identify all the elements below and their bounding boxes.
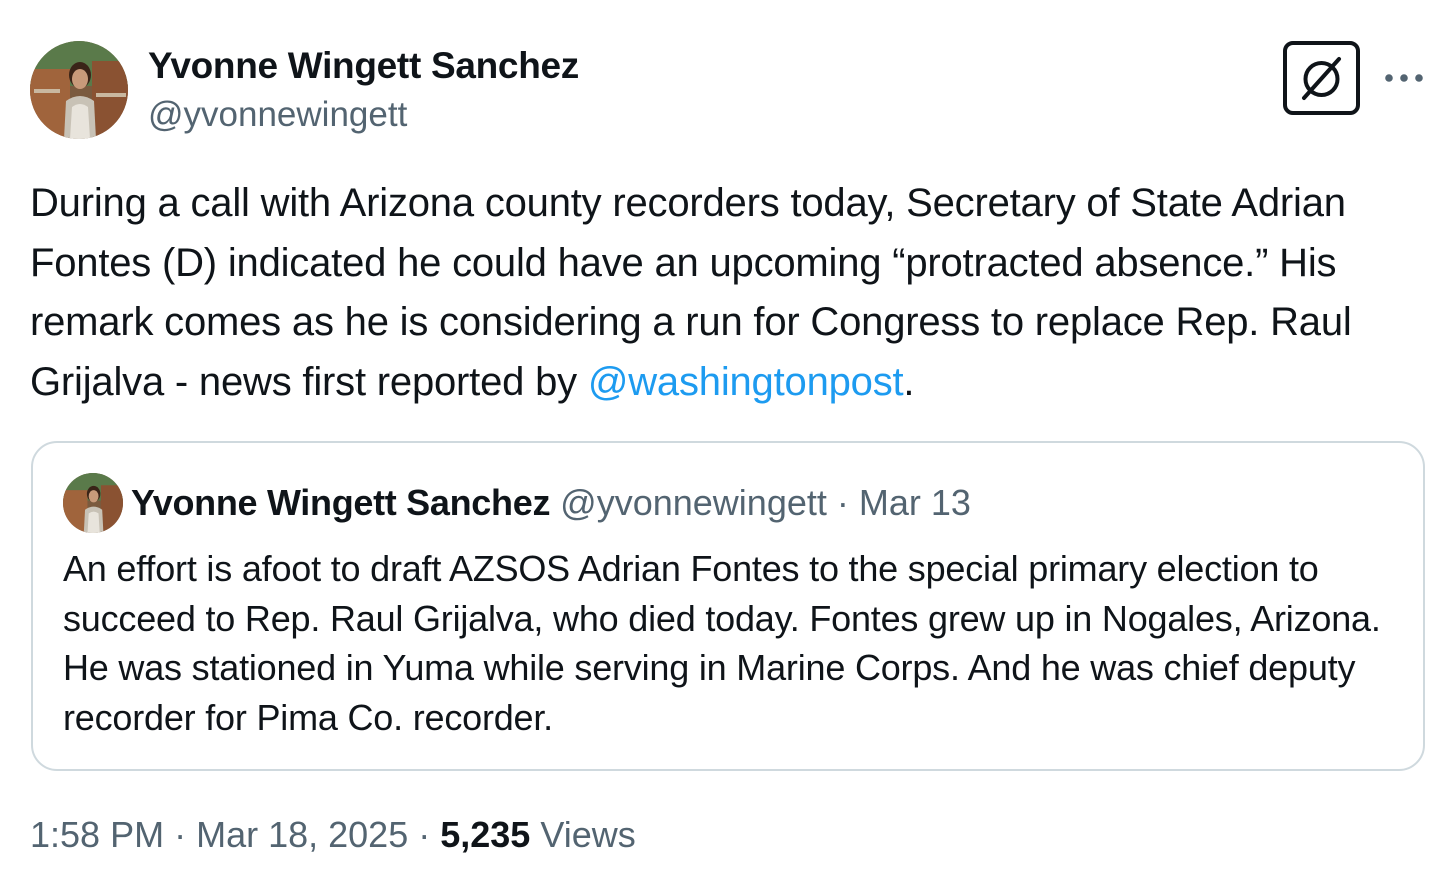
quoted-tweet-date: Mar 13 (858, 482, 971, 523)
tweet-date[interactable]: Mar 18, 2025 (196, 814, 408, 855)
views-count: 5,235 (440, 814, 531, 855)
grok-icon (1302, 57, 1341, 100)
quoted-tweet-card[interactable]: Yvonne Wingett Sanchez @yvonnewingett · … (31, 441, 1425, 771)
quoted-author-avatar (63, 473, 123, 533)
views-label: Views (540, 814, 636, 855)
tweet-time[interactable]: 1:58 PM (30, 814, 164, 855)
meta-separator: · (164, 814, 197, 855)
author-handle[interactable]: @yvonnewingett (148, 92, 407, 138)
quoted-author-name: Yvonne Wingett Sanchez (131, 482, 551, 523)
meta-separator-2: · (408, 814, 441, 855)
author-avatar[interactable] (30, 41, 128, 139)
quoted-tweet-header: Yvonne Wingett Sanchez @yvonnewingett · … (131, 479, 971, 527)
quoted-tweet-text: An effort is afoot to draft AZSOS Adrian… (63, 548, 1381, 738)
quoted-author-handle: @yvonnewingett (560, 482, 827, 523)
more-dots-icon (1385, 74, 1423, 82)
washingtonpost-mention-link[interactable]: @washingtonpost (588, 360, 904, 404)
quoted-separator: · (826, 482, 859, 523)
grok-button[interactable] (1283, 41, 1360, 115)
tweet-meta-row: 1:58 PM · Mar 18, 2025 · 5,235 Views (30, 810, 636, 860)
author-name[interactable]: Yvonne Wingett Sanchez (148, 42, 579, 90)
tweet-body-end: . (903, 359, 915, 404)
tweet-text: During a call with Arizona county record… (30, 174, 1430, 412)
more-options-button[interactable] (1380, 58, 1428, 98)
